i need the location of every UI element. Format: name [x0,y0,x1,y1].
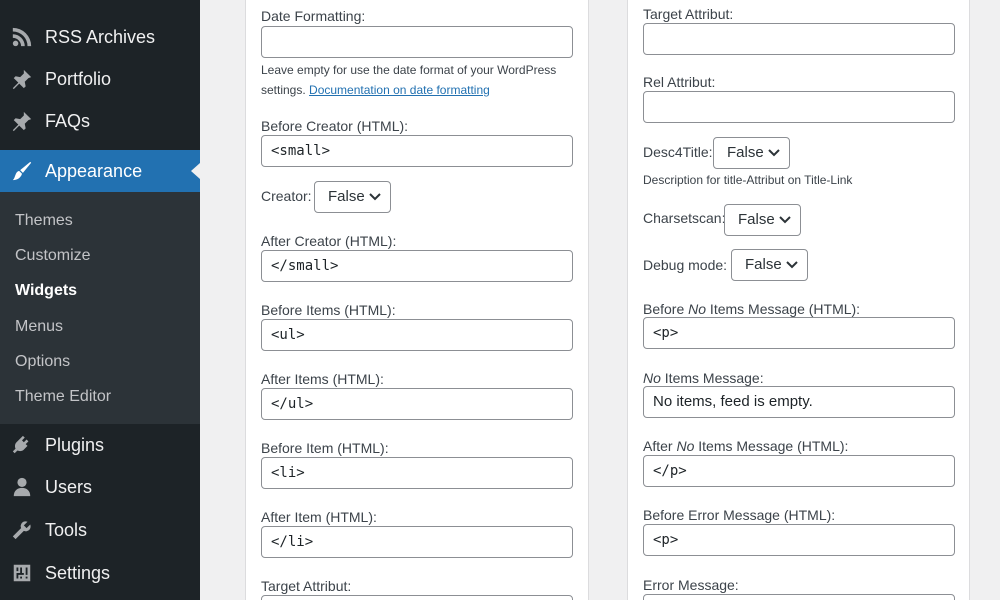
before-no-items-label: Before No Items Message (HTML): [643,301,860,317]
rel-attribut-label: Rel Attribut: [643,74,716,90]
appearance-submenu: Themes Customize Widgets Menus Options T… [0,192,200,424]
before-creator-input[interactable]: <small> [261,135,573,167]
menu-label: RSS Archives [45,26,156,47]
desc4title-help: Description for title-Attribut on Title-… [643,173,853,187]
after-no-items-input[interactable]: </p> [643,455,955,487]
label-emphasis: No [643,370,661,386]
submenu-item-customize[interactable]: Customize [15,247,91,265]
menu-label: Portfolio [45,68,112,89]
submenu-item-theme-editor[interactable]: Theme Editor [15,388,111,406]
debug-mode-label: Debug mode: [643,257,728,273]
creator-select-value: False [328,188,365,205]
chevron-down-icon [786,261,798,269]
widget-settings-panel-left: Date Formatting: Leave empty for use the… [245,0,589,600]
submenu-item-options[interactable]: Options [15,353,70,371]
date-formatting-input[interactable] [261,26,573,58]
chevron-down-icon [768,149,780,157]
creator-select[interactable]: False [314,181,391,213]
before-no-items-input[interactable]: <p> [643,317,955,349]
rss-icon [10,25,34,49]
chevron-down-icon [779,216,791,224]
desc4title-select[interactable]: False [713,137,790,169]
menu-label: Plugins [45,434,105,455]
menu-label: Tools [45,519,88,540]
paintbrush-icon [10,159,34,183]
before-item-label: Before Item (HTML): [261,440,389,456]
desc4title-select-value: False [727,144,764,161]
before-error-message-input[interactable]: <p> [643,524,955,556]
label-text: Items Message (HTML): [706,301,861,317]
debug-mode-select-value: False [745,256,782,273]
menu-label: Users [45,476,93,497]
before-items-label: Before Items (HTML): [261,302,396,318]
menu-label: FAQs [45,110,91,131]
menu-item-settings[interactable]: Settings [0,552,200,594]
pin-icon [10,67,34,91]
submenu-item-widgets[interactable]: Widgets [15,282,77,300]
before-items-input[interactable]: <ul> [261,319,573,351]
after-items-input[interactable]: </ul> [261,388,573,420]
date-formatting-docs-link[interactable]: Documentation on date formatting [309,83,490,97]
admin-sidebar: RSS Archives Portfolio FAQs Appearance T… [0,0,200,600]
before-item-input[interactable]: <li> [261,457,573,489]
before-error-message-label: Before Error Message (HTML): [643,507,836,523]
menu-item-portfolio[interactable]: Portfolio [0,58,200,100]
active-indicator-arrow [191,163,200,179]
label-emphasis: No [688,301,707,317]
label-text: Before [643,301,689,317]
plugins-icon [10,433,34,457]
charsetscan-select[interactable]: False [724,204,801,236]
menu-item-users[interactable]: Users [0,466,200,508]
after-items-label: After Items (HTML): [261,371,384,387]
creator-label: Creator: [261,188,312,204]
after-no-items-label: After No Items Message (HTML): [643,438,848,454]
menu-item-faqs[interactable]: FAQs [0,100,200,142]
label-emphasis: No [676,438,695,454]
label-text: After [643,438,677,454]
widget-settings-panel-right: Target Attribut: Rel Attribut: Desc4Titl… [627,0,970,600]
rel-attribut-input[interactable] [643,91,955,123]
menu-label: Appearance [45,160,143,181]
date-formatting-label: Date Formatting: [261,8,366,24]
label-text: Items Message: [660,370,764,386]
menu-item-appearance[interactable]: Appearance [0,150,200,192]
target-attribut-label: Target Attribut: [261,578,352,594]
target-attribut-input[interactable] [643,23,955,55]
after-item-input[interactable]: </li> [261,526,573,558]
desc4title-label: Desc4Title: [643,144,713,160]
after-creator-input[interactable]: </small> [261,250,573,282]
debug-mode-select[interactable]: False [731,249,808,281]
tools-icon [10,518,34,542]
menu-item-rss-archives[interactable]: RSS Archives [0,16,200,58]
settings-icon [10,561,34,585]
menu-item-tools[interactable]: Tools [0,509,200,551]
date-formatting-help: Leave empty for use the date format of y… [261,60,576,100]
label-text: Items Message (HTML): [694,438,849,454]
submenu-item-menus[interactable]: Menus [15,318,63,336]
no-items-message-input[interactable]: No items, feed is empty. [643,386,955,418]
target-attribut-label: Target Attribut: [643,6,734,22]
menu-label: Settings [45,562,111,583]
after-creator-label: After Creator (HTML): [261,233,397,249]
charsetscan-label: Charsetscan: [643,210,726,226]
before-creator-label: Before Creator (HTML): [261,118,409,134]
users-icon [10,475,34,499]
after-item-label: After Item (HTML): [261,509,377,525]
no-items-message-label: No Items Message: [643,370,764,386]
submenu-item-themes[interactable]: Themes [15,212,73,230]
target-attribut-input[interactable] [261,595,573,600]
chevron-down-icon [369,193,381,201]
menu-item-plugins[interactable]: Plugins [0,424,200,466]
charsetscan-select-value: False [738,211,775,228]
error-message-label: Error Message: [643,577,739,593]
error-message-input[interactable] [643,594,955,600]
pin-icon [10,109,34,133]
